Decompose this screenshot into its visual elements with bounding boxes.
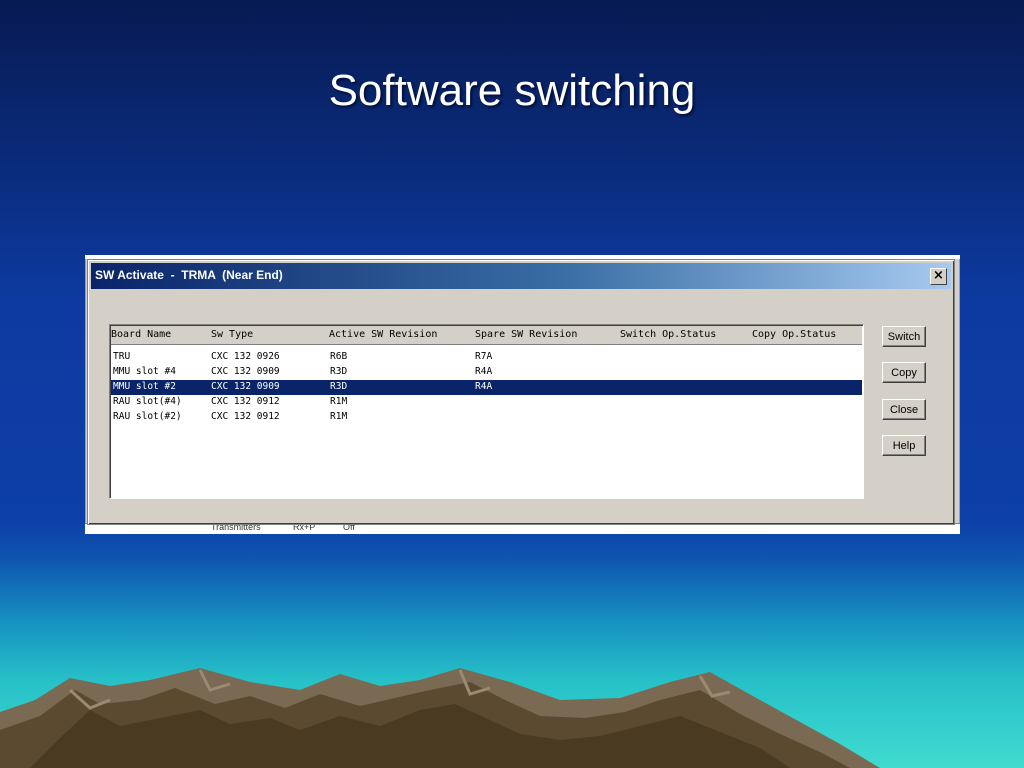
table-row[interactable]: RAU slot(#2) CXC 132 0912 R1M bbox=[111, 410, 862, 425]
cell-spare-revision: R4A bbox=[475, 381, 493, 392]
cell-sw-type: CXC 132 0926 bbox=[211, 351, 280, 362]
cell-board-name: MMU slot #4 bbox=[113, 366, 176, 377]
table-row-selected[interactable]: MMU slot #2 CXC 132 0909 R3D R4A bbox=[111, 380, 862, 395]
cell-sw-type: CXC 132 0909 bbox=[211, 366, 280, 377]
close-button[interactable]: Close bbox=[882, 399, 926, 420]
column-header-board-name[interactable]: Board Name bbox=[111, 329, 171, 340]
cell-board-name: MMU slot #2 bbox=[113, 381, 176, 392]
cell-active-revision: R6B bbox=[330, 351, 348, 362]
board-list[interactable]: Board Name Sw Type Active SW Revision Sp… bbox=[109, 324, 864, 499]
sw-activate-dialog: SW Activate - TRMA (Near End) × Board Na… bbox=[87, 259, 955, 525]
column-header-spare-sw-revision[interactable]: Spare SW Revision bbox=[475, 329, 577, 340]
list-rows: TRU CXC 132 0926 R6B R7A MMU slot #4 CXC… bbox=[111, 350, 862, 425]
list-header: Board Name Sw Type Active SW Revision Sp… bbox=[111, 326, 862, 345]
table-row[interactable]: RAU slot(#4) CXC 132 0912 R1M bbox=[111, 395, 862, 410]
cell-active-revision: R1M bbox=[330, 396, 348, 407]
cell-sw-type: CXC 132 0912 bbox=[211, 411, 280, 422]
slide-title: Software switching bbox=[328, 66, 696, 115]
screenshot-frame: Transmitters Rx+P Off SW Activate - TRMA… bbox=[85, 255, 960, 534]
cell-spare-revision: R4A bbox=[475, 366, 493, 377]
cell-active-revision: R3D bbox=[330, 381, 348, 392]
column-header-sw-type[interactable]: Sw Type bbox=[211, 329, 253, 340]
cell-spare-revision: R7A bbox=[475, 351, 493, 362]
cell-active-revision: R3D bbox=[330, 366, 348, 377]
cell-board-name: RAU slot(#4) bbox=[113, 396, 182, 407]
switch-button[interactable]: Switch bbox=[882, 326, 926, 347]
table-row[interactable]: TRU CXC 132 0926 R6B R7A bbox=[111, 350, 862, 365]
mountain-range-decoration bbox=[0, 668, 880, 768]
cell-sw-type: CXC 132 0909 bbox=[211, 381, 280, 392]
cell-active-revision: R1M bbox=[330, 411, 348, 422]
help-button[interactable]: Help bbox=[882, 435, 926, 456]
cell-board-name: TRU bbox=[113, 351, 131, 362]
cell-board-name: RAU slot(#2) bbox=[113, 411, 182, 422]
column-header-copy-op-status[interactable]: Copy Op.Status bbox=[752, 329, 836, 340]
cell-sw-type: CXC 132 0912 bbox=[211, 396, 280, 407]
dialog-title: SW Activate - TRMA (Near End) bbox=[95, 268, 283, 282]
copy-button[interactable]: Copy bbox=[882, 362, 926, 383]
dialog-titlebar[interactable]: SW Activate - TRMA (Near End) × bbox=[91, 263, 951, 289]
close-icon[interactable]: × bbox=[930, 268, 947, 285]
column-header-active-sw-revision[interactable]: Active SW Revision bbox=[329, 329, 437, 340]
column-header-switch-op-status[interactable]: Switch Op.Status bbox=[620, 329, 716, 340]
table-row[interactable]: MMU slot #4 CXC 132 0909 R3D R4A bbox=[111, 365, 862, 380]
